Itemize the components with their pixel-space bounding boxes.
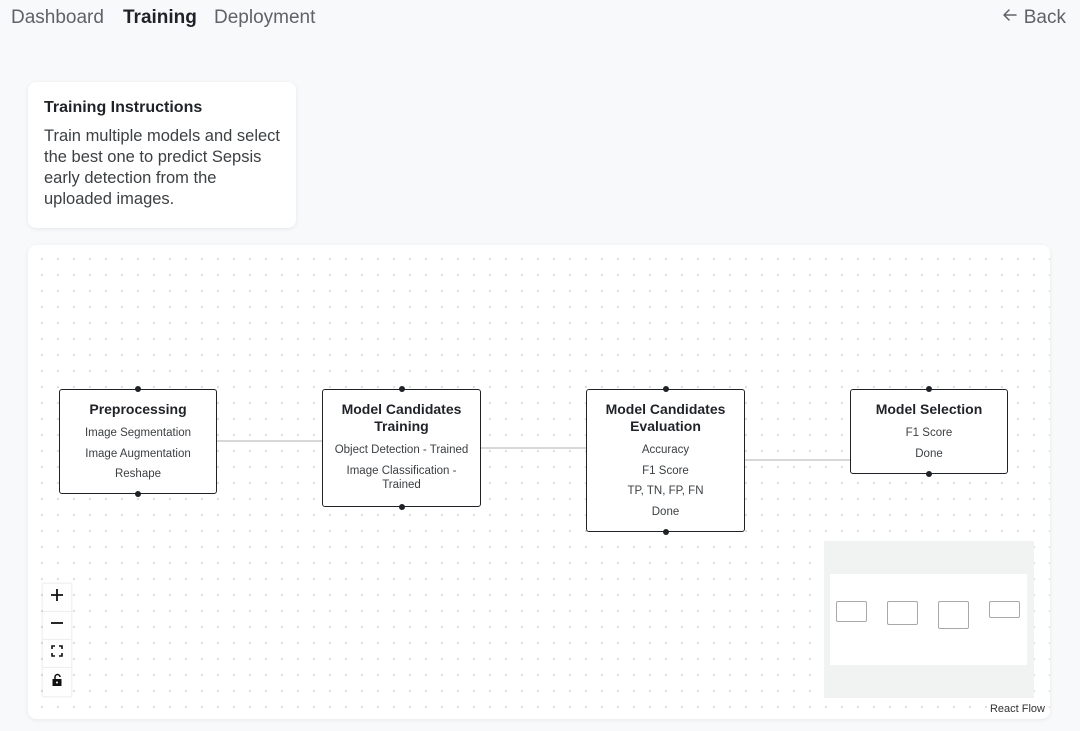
- node-model-selection[interactable]: Model Selection F1 Score Done: [850, 386, 1008, 477]
- tab-dashboard[interactable]: Dashboard: [11, 7, 104, 29]
- react-flow-attribution[interactable]: React Flow: [987, 702, 1047, 716]
- tab-training[interactable]: Training: [123, 7, 197, 29]
- node-item: Reshape: [114, 468, 162, 480]
- minimap-viewport[interactable]: [830, 574, 1027, 665]
- node-item: TP, TN, FP, FN: [627, 485, 704, 497]
- tab-deployment[interactable]: Deployment: [214, 7, 315, 29]
- node-item: Accuracy: [641, 444, 690, 456]
- node-title: Model Selection: [875, 401, 983, 417]
- fit-view-button[interactable]: [43, 640, 71, 668]
- toggle-interactivity-button[interactable]: [43, 668, 71, 696]
- source-handle[interactable]: [398, 504, 405, 510]
- node-model-candidates-training[interactable]: Model Candidates Training Object Detecti…: [322, 386, 481, 510]
- node-item: Image Classification - Trained: [346, 464, 457, 491]
- node-item: Done: [915, 447, 943, 460]
- minimap-node-training: [887, 601, 918, 625]
- training-instructions-card: Training Instructions Train multiple mod…: [28, 82, 296, 228]
- target-handle[interactable]: [926, 386, 932, 392]
- node-title: Model Candidates Evaluation: [605, 401, 726, 434]
- plus-icon: [50, 588, 64, 607]
- arrow-left-icon: [1002, 7, 1018, 29]
- node-title: Preprocessing: [89, 401, 187, 417]
- target-handle[interactable]: [398, 386, 405, 392]
- minimap[interactable]: [824, 541, 1034, 698]
- workflow-canvas[interactable]: Preprocessing Image Segmentation Image A…: [28, 245, 1050, 719]
- back-label: Back: [1023, 7, 1066, 28]
- minimap-node-evaluation: [938, 601, 969, 629]
- node-item: F1 Score: [642, 464, 689, 477]
- node-item: Done: [651, 505, 680, 518]
- minus-icon: [50, 616, 64, 635]
- node-preprocessing[interactable]: Preprocessing Image Segmentation Image A…: [59, 386, 217, 497]
- back-button[interactable]: Back: [1002, 7, 1066, 29]
- target-handle[interactable]: [135, 386, 141, 392]
- instructions-body: Train multiple models and select the bes…: [44, 127, 280, 208]
- minimap-node-preprocessing: [836, 601, 867, 622]
- top-navigation: Dashboard Training Deployment Back: [0, 0, 1080, 38]
- flow-controls: [43, 584, 71, 696]
- minimap-node-selection: [989, 601, 1020, 618]
- source-handle[interactable]: [662, 529, 669, 535]
- node-item: Image Augmentation: [85, 447, 191, 460]
- source-handle[interactable]: [135, 491, 141, 497]
- node-title: Model Candidates Training: [341, 401, 462, 434]
- instructions-title: Training Instructions: [44, 99, 203, 116]
- fullscreen-icon: [50, 644, 64, 663]
- node-model-candidates-evaluation[interactable]: Model Candidates Evaluation Accuracy F1 …: [586, 386, 745, 535]
- target-handle[interactable]: [662, 386, 669, 392]
- node-item: Object Detection - Trained: [334, 444, 469, 456]
- zoom-out-button[interactable]: [43, 612, 71, 640]
- zoom-in-button[interactable]: [43, 584, 71, 612]
- lock-icon: [50, 673, 64, 692]
- node-item: F1 Score: [905, 427, 953, 439]
- node-item: Image Segmentation: [84, 427, 192, 439]
- source-handle[interactable]: [926, 471, 932, 477]
